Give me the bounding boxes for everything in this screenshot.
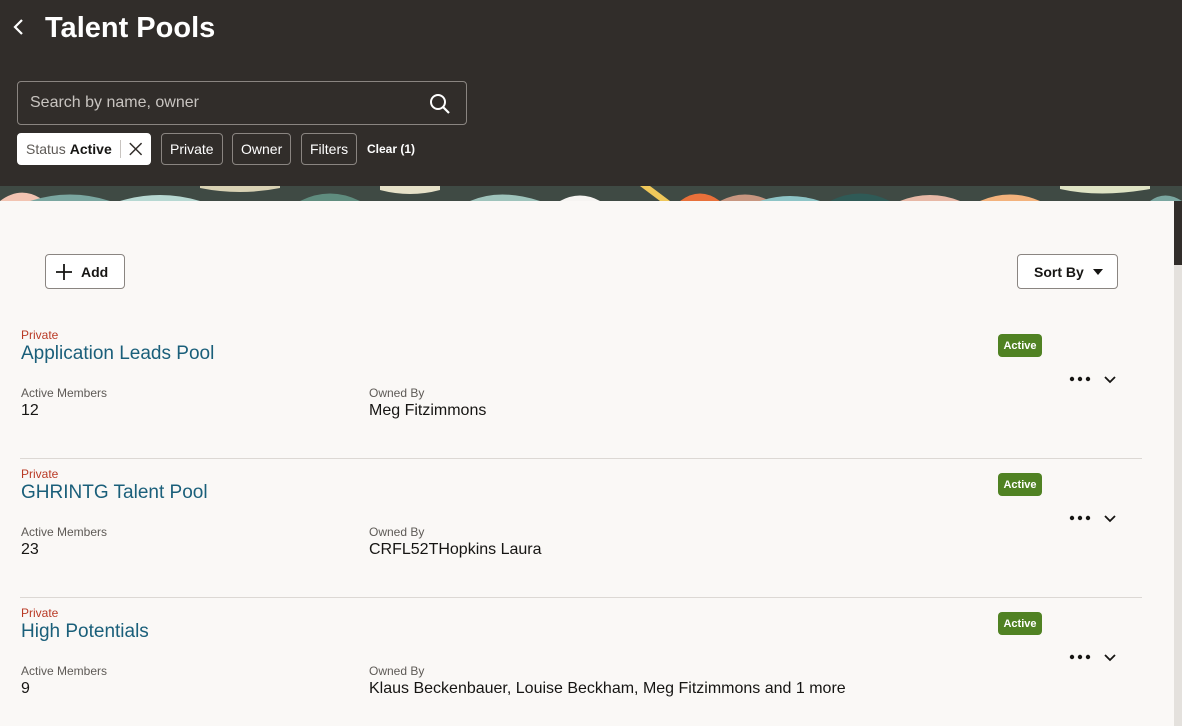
chevron-down-icon <box>1104 515 1116 523</box>
list-item: Private GHRINTG Talent Pool Active Membe… <box>0 459 1142 598</box>
add-button-label: Add <box>81 263 109 280</box>
back-arrow-icon <box>13 19 23 35</box>
scrollbar-thumb[interactable] <box>1174 201 1182 265</box>
expand-button[interactable] <box>1100 648 1120 668</box>
page-header: Talent Pools Status Active Private Owner… <box>0 0 1182 201</box>
chip-separator <box>119 140 121 158</box>
active-members-value: 23 <box>21 541 39 558</box>
search-icon[interactable] <box>428 92 452 116</box>
search-box <box>17 81 467 125</box>
page-title: Talent Pools <box>45 12 216 44</box>
search-input[interactable] <box>18 82 418 124</box>
more-actions-icon <box>1069 654 1091 660</box>
owned-by-label: Owned By <box>369 664 425 678</box>
caret-down-icon <box>1093 269 1103 275</box>
owned-by-value: CRFL52THopkins Laura <box>369 541 542 558</box>
close-icon[interactable] <box>128 141 142 157</box>
expand-button[interactable] <box>1100 370 1120 390</box>
filters-chip[interactable]: Filters <box>301 133 358 165</box>
more-actions-button[interactable] <box>1066 647 1094 667</box>
visibility-label: Private <box>21 606 59 620</box>
owner-filter-chip[interactable]: Owner <box>232 133 292 165</box>
pool-name-link[interactable]: GHRINTG Talent Pool <box>21 482 208 504</box>
active-members-value: 12 <box>21 402 39 419</box>
status-badge: Active <box>998 473 1042 496</box>
active-members-value: 9 <box>21 680 30 697</box>
more-actions-icon <box>1069 376 1091 382</box>
owned-by-value: Meg Fitzimmons <box>369 402 487 419</box>
owned-by-label: Owned By <box>369 525 425 539</box>
expand-button[interactable] <box>1100 509 1120 529</box>
visibility-label: Private <box>21 328 59 342</box>
status-badge: Active <box>998 612 1042 635</box>
status-badge: Active <box>998 334 1042 357</box>
list-item: Private High Potentials Active Members 9… <box>0 598 1142 726</box>
visibility-label: Private <box>21 467 59 481</box>
owned-by-value: Klaus Beckenbauer, Louise Beckham, Meg F… <box>369 680 846 697</box>
clear-filters-link[interactable]: Clear (1) <box>367 142 415 156</box>
list-item: Private Application Leads Pool Active Me… <box>0 320 1142 459</box>
pool-name-link[interactable]: Application Leads Pool <box>21 343 214 365</box>
status-filter-label: Status <box>26 141 66 157</box>
scrollbar-track[interactable] <box>1174 201 1182 726</box>
status-filter-chip[interactable]: Status Active <box>17 133 151 165</box>
decorative-banner <box>0 186 1182 201</box>
sort-by-label: Sort By <box>1034 263 1084 280</box>
status-filter-value: Active <box>69 141 112 157</box>
more-actions-icon <box>1069 515 1091 521</box>
sort-by-button[interactable]: Sort By <box>1017 254 1118 289</box>
pool-name-link[interactable]: High Potentials <box>21 621 149 643</box>
active-members-label: Active Members <box>21 664 108 678</box>
plus-icon <box>56 263 72 280</box>
back-button[interactable] <box>6 12 32 42</box>
private-filter-chip[interactable]: Private <box>161 133 223 165</box>
add-button[interactable]: Add <box>45 254 125 289</box>
chevron-down-icon <box>1104 654 1116 662</box>
more-actions-button[interactable] <box>1066 369 1094 389</box>
chevron-down-icon <box>1104 376 1116 384</box>
more-actions-button[interactable] <box>1066 508 1094 528</box>
owned-by-label: Owned By <box>369 386 425 400</box>
active-members-label: Active Members <box>21 386 108 400</box>
active-members-label: Active Members <box>21 525 108 539</box>
